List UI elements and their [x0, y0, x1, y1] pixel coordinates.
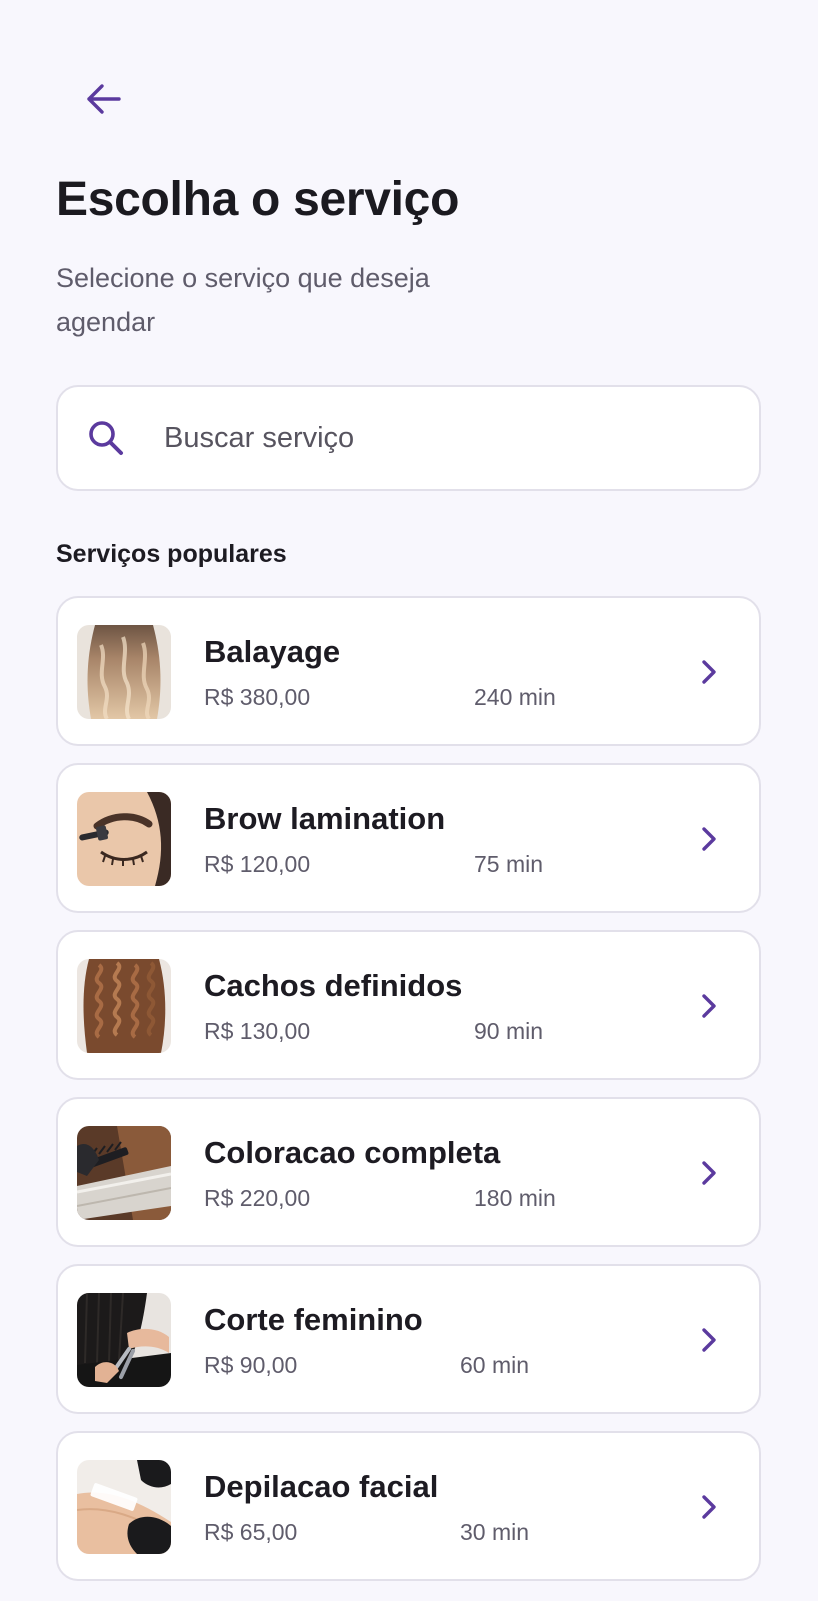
service-price: R$ 120,00: [204, 851, 311, 877]
chevron-right-icon: [694, 1489, 724, 1525]
service-card-brow-lamination[interactable]: Brow lamination R$ 120,00 75 min: [56, 763, 761, 913]
service-name: Depilacao facial: [204, 1469, 439, 1504]
arrow-left-icon: [87, 84, 121, 114]
chevron-right-icon: [694, 654, 724, 690]
page-title: Escolha o serviço: [56, 173, 460, 226]
service-image-depilacao-facial: [77, 1460, 171, 1554]
service-name: Cachos definidos: [204, 968, 463, 1003]
service-duration: 60 min: [460, 1352, 530, 1378]
service-card-depilacao-facial[interactable]: Depilacao facial R$ 65,00 30 min: [56, 1431, 761, 1581]
service-card-coloracao-completa[interactable]: Coloracao completa R$ 220,00 180 min: [56, 1097, 761, 1247]
service-duration: 240 min: [474, 684, 556, 710]
service-duration: 90 min: [474, 1018, 544, 1044]
service-name: Corte feminino: [204, 1302, 423, 1337]
search-input[interactable]: [162, 420, 706, 456]
service-card-cachos-definidos[interactable]: Cachos definidos R$ 130,00 90 min: [56, 930, 761, 1080]
chevron-right-icon: [694, 1322, 724, 1358]
page-subtitle: Selecione o serviço que deseja agendar: [56, 263, 430, 337]
search-icon: [86, 418, 126, 458]
service-image-corte-feminino: [77, 1293, 171, 1387]
service-price: R$ 90,00: [204, 1352, 298, 1378]
service-price: R$ 130,00: [204, 1018, 311, 1044]
service-duration: 75 min: [474, 851, 544, 877]
service-card-corte-feminino[interactable]: Corte feminino R$ 90,00 60 min: [56, 1264, 761, 1414]
service-duration: 180 min: [474, 1185, 556, 1211]
service-duration: 30 min: [460, 1519, 530, 1545]
section-title: Serviços populares: [56, 540, 287, 568]
service-list: Balayage R$ 380,00 240 min Brow laminati…: [56, 596, 761, 1598]
service-card-balayage[interactable]: Balayage R$ 380,00 240 min: [56, 596, 761, 746]
service-image-balayage: [77, 625, 171, 719]
service-price: R$ 65,00: [204, 1519, 298, 1545]
service-image-cachos-definidos: [77, 959, 171, 1053]
service-image-coloracao-completa: [77, 1126, 171, 1220]
chevron-right-icon: [694, 1155, 724, 1191]
service-image-brow-lamination: [77, 792, 171, 886]
search-bar[interactable]: [56, 385, 761, 491]
back-button[interactable]: [78, 74, 128, 124]
service-name: Balayage: [204, 634, 341, 669]
service-price: R$ 220,00: [204, 1185, 311, 1211]
service-name: Brow lamination: [204, 801, 446, 836]
chevron-right-icon: [694, 821, 724, 857]
chevron-right-icon: [694, 988, 724, 1024]
service-price: R$ 380,00: [204, 684, 311, 710]
service-name: Coloracao completa: [204, 1135, 501, 1170]
